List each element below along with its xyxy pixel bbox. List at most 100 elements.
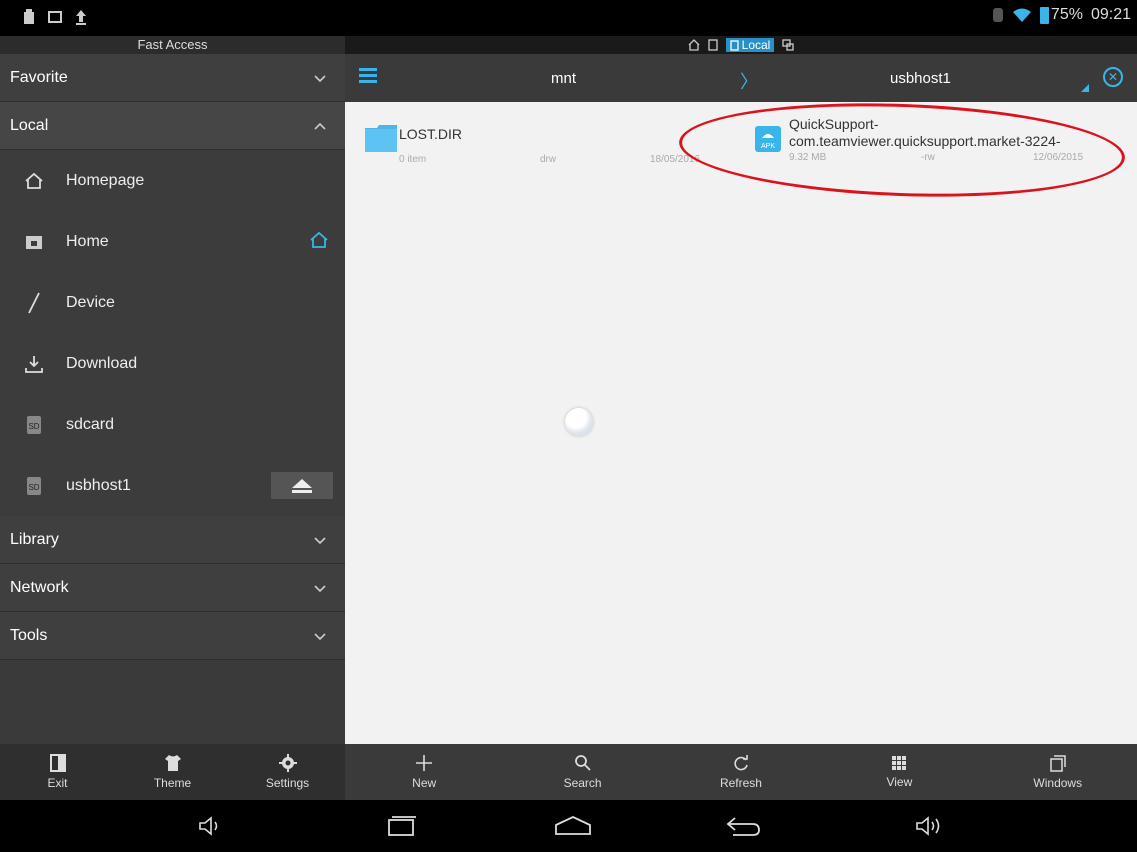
fast-access-drawer: Fast Access Favorite Local Homepage Home… [0, 36, 345, 744]
sidebar-item-label: Homepage [66, 171, 145, 189]
gear-icon [278, 754, 297, 772]
section-label: Library [10, 530, 59, 548]
settings-label: Settings [265, 776, 310, 790]
path-bar: mnt 〉 usbhost1 ✕ [345, 54, 1137, 102]
sidebar-item-device[interactable]: Device [0, 272, 345, 333]
section-label: Network [10, 578, 69, 596]
clock: 09:21 [1090, 6, 1131, 23]
exit-button[interactable]: Exit [18, 754, 98, 790]
network-icon[interactable] [782, 39, 794, 51]
recent-apps-icon [388, 816, 416, 836]
windows-label: Windows [1033, 776, 1083, 790]
status-left-icons [22, 8, 88, 26]
dropdown-corner-icon[interactable] [1081, 84, 1089, 92]
settings-button[interactable]: Settings [248, 754, 328, 790]
eject-icon [292, 478, 312, 493]
breadcrumb-mnt[interactable]: mnt [551, 70, 576, 87]
shirt-icon [164, 755, 181, 771]
refresh-label: Refresh [719, 776, 762, 790]
grid-icon [892, 756, 907, 770]
section-tools[interactable]: Tools [0, 612, 345, 660]
volume-up-icon [916, 816, 940, 836]
sidebar-item-sdcard[interactable]: SD sdcard [0, 394, 345, 455]
exit-icon [49, 754, 66, 772]
home-button[interactable] [553, 812, 593, 840]
bluetooth-icon [992, 8, 1003, 22]
usb-debug-icon [24, 9, 34, 24]
status-bar: 75% 09:21 [0, 0, 1137, 36]
theme-button[interactable]: Theme [133, 754, 213, 790]
volume-down-icon [199, 816, 218, 836]
menu-icon[interactable] [359, 68, 377, 86]
status-right: 75% 09:21 [992, 6, 1131, 24]
section-library[interactable]: Library [0, 516, 345, 564]
chevron-down-icon [314, 632, 326, 640]
plus-icon [416, 755, 433, 771]
windows-icon [1050, 755, 1066, 772]
sidebar-item-label: sdcard [66, 415, 115, 433]
house-icon[interactable] [688, 39, 700, 51]
exit-label: Exit [47, 776, 68, 790]
local-window-tab[interactable]: Local [725, 38, 775, 52]
sidebar-item-label: Download [66, 354, 138, 372]
recent-apps-button[interactable] [382, 812, 422, 840]
loading-spinner-icon [565, 408, 593, 436]
local-tab-label: Local [741, 38, 771, 52]
search-button[interactable]: Search [528, 754, 638, 790]
new-label: New [412, 776, 437, 790]
sidebar-item-homepage[interactable]: Homepage [0, 150, 345, 211]
home-nav-icon [555, 816, 591, 835]
close-icon[interactable]: ✕ [1103, 67, 1123, 87]
sidebar-item-label: usbhost1 [66, 476, 131, 494]
back-button[interactable] [723, 812, 763, 840]
file-name: LOST.DIR [399, 126, 463, 142]
sd-badge: SD [28, 483, 39, 492]
file-count: 0 item [399, 154, 427, 165]
section-local[interactable]: Local [0, 102, 345, 150]
system-nav-bar [0, 800, 1137, 852]
chevron-down-icon [314, 584, 326, 592]
section-label: Tools [10, 626, 48, 644]
sidebar-item-label: Device [66, 293, 115, 311]
view-label: View [886, 775, 913, 789]
sidebar-item-usbhost1[interactable]: SD usbhost1 [0, 455, 345, 516]
chevron-up-icon [314, 122, 326, 130]
eject-button[interactable] [271, 472, 333, 499]
section-network[interactable]: Network [0, 564, 345, 612]
sd-icon: SD [24, 476, 44, 496]
sd-badge: SD [28, 422, 39, 431]
folder-home-icon [24, 232, 44, 252]
new-button[interactable]: New [369, 754, 479, 790]
back-icon [726, 817, 760, 836]
refresh-button[interactable]: Refresh [686, 754, 796, 790]
volume-down-button[interactable] [190, 812, 230, 840]
device-icon [730, 39, 739, 51]
wifi-icon [1012, 8, 1031, 22]
search-icon [574, 755, 591, 771]
search-label: Search [563, 776, 602, 790]
drawer-toolbar: Exit Theme Settings [0, 744, 345, 800]
file-permissions: drw [540, 154, 557, 165]
refresh-icon [734, 755, 748, 771]
chevron-down-icon [314, 74, 326, 82]
drawer-title: Fast Access [0, 36, 345, 54]
download-icon [24, 354, 44, 374]
device-icon[interactable] [708, 39, 718, 51]
battery-level: 75% [1050, 6, 1083, 23]
breadcrumb-separator-icon: 〉 [740, 72, 758, 92]
file-list: LOST.DIR 0 item drw 18/05/2016 APK Quick… [345, 96, 1137, 744]
breadcrumb-usbhost1[interactable]: usbhost1 [890, 70, 951, 87]
window-indicator-bar: Local [345, 36, 1137, 54]
list-item[interactable]: LOST.DIR 0 item drw 18/05/2016 [345, 102, 725, 182]
sidebar-item-download[interactable]: Download [0, 333, 345, 394]
windows-button[interactable]: Windows [1003, 754, 1113, 790]
sidebar-item-home[interactable]: Home [0, 211, 345, 272]
section-favorite[interactable]: Favorite [0, 54, 345, 102]
sidebar-item-label: Home [66, 232, 109, 250]
volume-up-button[interactable] [910, 812, 950, 840]
bottom-toolbar: New Search Refresh View Windows [345, 744, 1137, 800]
view-button[interactable]: View [844, 755, 954, 789]
battery-icon [1039, 6, 1049, 24]
theme-label: Theme [153, 776, 192, 790]
folder-icon [365, 125, 397, 152]
